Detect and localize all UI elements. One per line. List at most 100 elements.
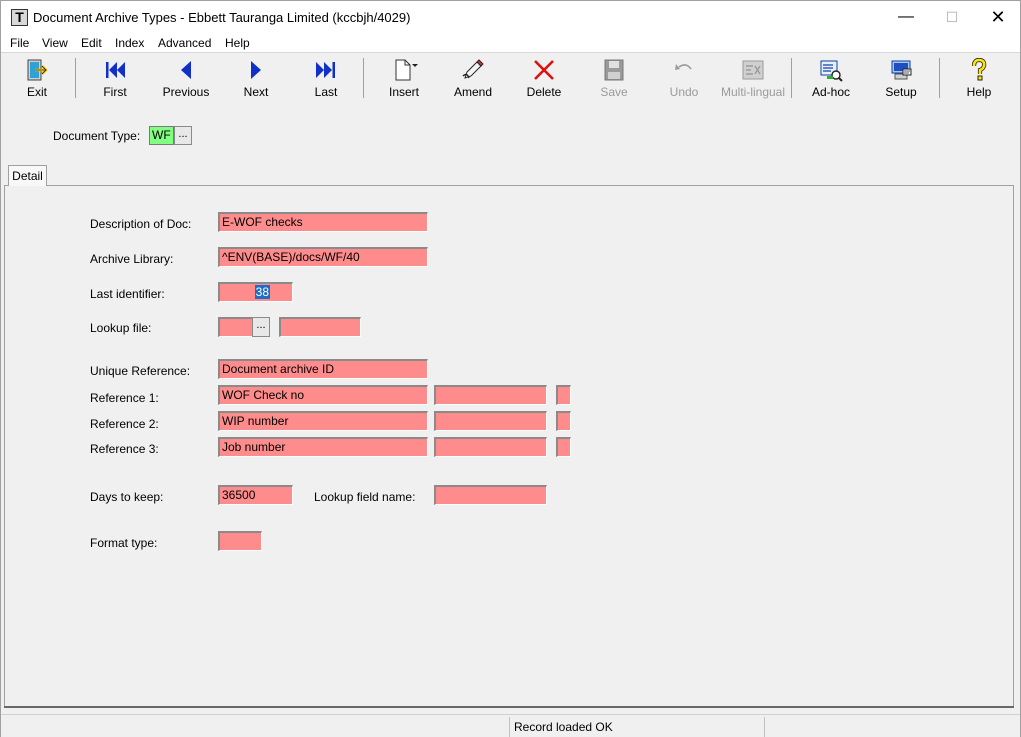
- first-button[interactable]: First: [89, 56, 141, 100]
- reference-1-extra-field[interactable]: [434, 385, 547, 405]
- reference-3-extra-field[interactable]: [434, 437, 547, 457]
- reference-2-field[interactable]: WIP number: [218, 411, 428, 431]
- next-button[interactable]: Next: [231, 56, 281, 100]
- adhoc-button[interactable]: Ad-hoc: [805, 56, 857, 100]
- reference-1-field[interactable]: WOF Check no: [218, 385, 428, 405]
- document-type-lookup-button[interactable]: ...: [174, 126, 192, 145]
- amend-label: Amend: [453, 85, 493, 99]
- menu-help[interactable]: Help: [225, 36, 250, 50]
- previous-label: Previous: [162, 85, 210, 99]
- setup-label: Setup: [885, 85, 917, 99]
- reference-2-extra-field[interactable]: [434, 411, 547, 431]
- days-to-keep-field[interactable]: 36500: [218, 485, 293, 505]
- app-icon: T: [11, 9, 28, 26]
- multilingual-button[interactable]: Multi-lingual: [715, 56, 791, 100]
- help-question-icon: [971, 58, 987, 81]
- lookup-file-lookup-button[interactable]: ...: [252, 317, 270, 337]
- close-button[interactable]: ✕: [975, 1, 1021, 33]
- toolbar-separator: [791, 58, 792, 98]
- help-label: Help: [966, 85, 992, 99]
- toolbar-separator: [939, 58, 940, 98]
- lookup-field-name-label: Lookup field name:: [314, 490, 416, 504]
- tab-detail[interactable]: Detail: [8, 165, 47, 186]
- reference-1-label: Reference 1:: [90, 391, 159, 405]
- help-button[interactable]: Help: [955, 56, 1003, 100]
- delete-button[interactable]: Delete: [519, 56, 569, 100]
- last-button[interactable]: Last: [301, 56, 351, 100]
- undo-arrow-icon: [675, 64, 692, 70]
- menu-file[interactable]: File: [10, 36, 29, 50]
- adhoc-report-icon: [820, 60, 843, 82]
- reference-3-field[interactable]: Job number: [218, 437, 428, 457]
- unique-reference-field[interactable]: Document archive ID: [218, 359, 428, 379]
- first-label: First: [103, 85, 127, 99]
- lookup-file-label: Lookup file:: [90, 321, 152, 335]
- amend-button[interactable]: Amend: [447, 56, 499, 100]
- lookup-file-description-field[interactable]: [279, 317, 361, 337]
- save-disk-icon: [604, 59, 624, 81]
- last-record-icon: [316, 62, 335, 78]
- last-identifier-label: Last identifier:: [90, 287, 165, 301]
- document-type-field[interactable]: WF: [149, 126, 174, 145]
- archive-library-field[interactable]: ^ENV(BASE)/docs/WF/40: [218, 247, 428, 267]
- exit-button[interactable]: Exit: [13, 56, 61, 100]
- previous-button[interactable]: Previous: [157, 56, 215, 100]
- description-label: Description of Doc:: [90, 217, 192, 231]
- exit-label: Exit: [26, 85, 47, 99]
- unique-reference-label: Unique Reference:: [90, 364, 191, 378]
- toolbar-separator: [363, 58, 364, 98]
- insert-label: Insert: [388, 85, 419, 99]
- title-bar: T Document Archive Types - Ebbett Tauran…: [1, 1, 1020, 33]
- delete-x-icon: [534, 60, 554, 80]
- description-field[interactable]: E-WOF checks: [218, 212, 428, 232]
- next-record-icon: [251, 61, 261, 79]
- reference-1-flag-field[interactable]: [556, 385, 571, 405]
- adhoc-label: Ad-hoc: [811, 85, 851, 99]
- document-type-label: Document Type:: [53, 129, 141, 143]
- app-window: T Document Archive Types - Ebbett Tauran…: [0, 0, 1021, 737]
- status-pane-divider: [509, 717, 510, 737]
- lookup-file-field[interactable]: [218, 317, 253, 337]
- save-button[interactable]: Save: [589, 56, 639, 100]
- maximize-button[interactable]: ☐: [929, 1, 975, 33]
- reference-3-flag-field[interactable]: [556, 437, 571, 457]
- window-title: Document Archive Types - Ebbett Tauranga…: [33, 10, 411, 25]
- menu-view[interactable]: View: [42, 36, 68, 50]
- undo-label: Undo: [669, 85, 699, 99]
- last-identifier-field[interactable]: 38: [218, 282, 293, 302]
- last-identifier-value: 38: [254, 285, 270, 299]
- setup-button[interactable]: Setup: [875, 56, 927, 100]
- multilingual-label: Multi-lingual: [720, 85, 786, 99]
- last-label: Last: [314, 85, 338, 99]
- status-pane-divider: [764, 717, 765, 737]
- exit-icon: [27, 59, 48, 81]
- menu-bar: File View Edit Index Advanced Help: [1, 33, 1020, 53]
- new-document-icon: [395, 59, 418, 81]
- days-to-keep-label: Days to keep:: [90, 490, 164, 504]
- setup-computer-icon: [891, 60, 912, 80]
- archive-library-label: Archive Library:: [90, 252, 174, 266]
- multilingual-icon: [742, 60, 764, 80]
- toolbar: Exit First Previous Next Last Insert Ame…: [1, 54, 1020, 101]
- lookup-field-name-field[interactable]: [434, 485, 547, 505]
- amend-pencil-icon: [462, 59, 484, 79]
- minimize-button[interactable]: —: [883, 1, 929, 33]
- undo-button[interactable]: Undo: [659, 56, 709, 100]
- insert-button[interactable]: Insert: [379, 56, 429, 100]
- status-message: Record loaded OK: [514, 720, 613, 734]
- reference-2-flag-field[interactable]: [556, 411, 571, 431]
- previous-record-icon: [181, 61, 191, 79]
- format-type-field[interactable]: [218, 531, 262, 551]
- delete-label: Delete: [526, 85, 562, 99]
- first-record-icon: [106, 62, 125, 78]
- menu-index[interactable]: Index: [115, 36, 144, 50]
- menu-edit[interactable]: Edit: [81, 36, 102, 50]
- panel-bottom-edge: [4, 706, 1014, 708]
- reference-2-label: Reference 2:: [90, 417, 159, 431]
- status-bar: Record loaded OK: [1, 714, 1020, 737]
- reference-3-label: Reference 3:: [90, 442, 159, 456]
- format-type-label: Format type:: [90, 536, 158, 550]
- next-label: Next: [243, 85, 269, 99]
- toolbar-separator: [75, 58, 76, 98]
- menu-advanced[interactable]: Advanced: [158, 36, 211, 50]
